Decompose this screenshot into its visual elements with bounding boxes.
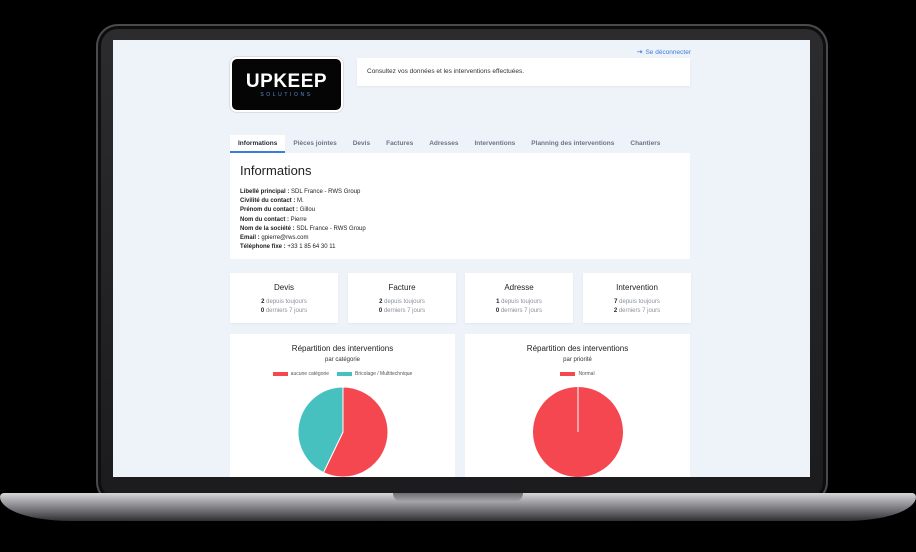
info-row: Civilité du contact : M. (240, 197, 680, 206)
info-label: Nom du contact : (240, 216, 289, 223)
chart-subtitle: par catégorie (324, 357, 361, 363)
tab-adresses[interactable]: Adresses (421, 135, 466, 153)
stat-total: 2 depuis toujours (261, 299, 307, 305)
legend-label: Normal (578, 371, 595, 377)
info-row: Téléphone fixe : +33 1 85 64 30 11 (240, 243, 680, 252)
info-label: Libellé principal : (240, 189, 290, 195)
legend-swatch (337, 372, 353, 376)
info-label: Téléphone fixe : (240, 244, 286, 251)
stat-card-intervention[interactable]: Intervention 7 depuis toujours 2 dernier… (583, 273, 691, 323)
info-value: gpierre@rws.com (261, 235, 309, 242)
tab-informations[interactable]: Informations (230, 135, 286, 153)
laptop-notch (393, 493, 523, 502)
info-label: Email : (240, 235, 260, 242)
stat-card-devis[interactable]: Devis 2 depuis toujours 0 derniers 7 jou… (230, 273, 338, 323)
info-label: Prénom du contact : (240, 207, 299, 214)
logo-tagline: SOLUTIONS (260, 91, 313, 98)
logout-label: Se déconnecter (645, 48, 691, 56)
logout-icon: ⇥ (636, 49, 643, 56)
info-value: SDL France - RWS Group (296, 225, 366, 232)
tab-pieces-jointes[interactable]: Pièces jointes (285, 135, 344, 153)
legend-swatch (272, 372, 288, 376)
tab-chantiers[interactable]: Chantiers (622, 135, 668, 153)
chart-subtitle: par priorité (563, 357, 592, 363)
pie-chart-priority (533, 387, 623, 477)
tab-bar: Informations Pièces jointes Devis Factur… (230, 135, 668, 153)
info-row: Prénom du contact : Gillou (240, 206, 680, 215)
stat-title: Intervention (616, 283, 658, 292)
chart-card-priority: Répartition des interventions par priori… (465, 334, 690, 477)
tab-interventions[interactable]: Interventions (466, 135, 523, 153)
info-row: Nom du contact : Pierre (240, 216, 680, 225)
chart-card-category: Répartition des interventions par catégo… (230, 334, 455, 477)
stat-card-adresse[interactable]: Adresse 1 depuis toujours 0 derniers 7 j… (465, 273, 573, 323)
legend-item[interactable]: Bricolage / Multitechnique (337, 371, 412, 377)
informations-card: Informations Libellé principal : SDL Fra… (230, 153, 690, 259)
tab-planning[interactable]: Planning des interventions (523, 135, 622, 153)
stat-title: Facture (388, 283, 416, 292)
chart-legend: aucune catégorie Bricolage / Multitechni… (230, 371, 455, 377)
info-value: M. (297, 198, 304, 205)
stat-title: Adresse (504, 283, 534, 292)
chart-title: Répartition des interventions (526, 344, 629, 353)
chart-legend: Normal (465, 371, 690, 377)
chart-title: Répartition des interventions (291, 344, 394, 353)
company-logo: UPKEEP SOLUTIONS (230, 57, 343, 112)
legend-label: Bricolage / Multitechnique (355, 371, 413, 377)
tab-devis[interactable]: Devis (345, 135, 378, 153)
info-row: Libellé principal : SDL France - RWS Gro… (240, 188, 680, 197)
stat-total: 1 depuis toujours (496, 299, 542, 305)
info-value: Pierre (290, 216, 307, 223)
stat-title: Devis (273, 283, 294, 292)
intro-text: Consultez vos données et les interventio… (367, 68, 525, 75)
info-row: Nom de la société : SDL France - RWS Gro… (240, 225, 680, 234)
info-value: +33 1 85 64 30 11 (287, 244, 336, 251)
pie-chart-category (297, 386, 389, 477)
legend-swatch (560, 372, 576, 376)
app-screen: UPKEEP SOLUTIONS ⇥ Se déconnecter Consul… (113, 40, 810, 477)
legend-item[interactable]: aucune catégorie (272, 371, 330, 377)
stat-recent: 0 derniers 7 jours (495, 308, 543, 314)
info-label: Nom de la société : (240, 225, 295, 232)
info-value: Gillou (299, 207, 316, 214)
logout-link[interactable]: ⇥ Se déconnecter (636, 48, 691, 57)
informations-title: Informations (240, 163, 312, 178)
stat-recent: 0 derniers 7 jours (260, 308, 308, 314)
intro-banner: Consultez vos données et les interventio… (357, 58, 690, 86)
info-label: Civilité du contact : (240, 198, 296, 205)
info-row: Email : gpierre@rws.com (240, 234, 680, 243)
stat-card-facture[interactable]: Facture 2 depuis toujours 0 derniers 7 j… (348, 273, 456, 323)
tab-factures[interactable]: Factures (378, 135, 421, 153)
logo-wordmark: UPKEEP (245, 70, 328, 92)
legend-item[interactable]: Normal (560, 371, 595, 377)
stat-recent: 0 derniers 7 jours (378, 308, 426, 314)
stat-total: 2 depuis toujours (379, 299, 425, 305)
stat-total: 7 depuis toujours (614, 299, 660, 305)
stat-recent: 2 derniers 7 jours (613, 308, 661, 314)
legend-label: aucune catégorie (290, 371, 330, 377)
info-value: SDL France - RWS Group (291, 189, 361, 195)
